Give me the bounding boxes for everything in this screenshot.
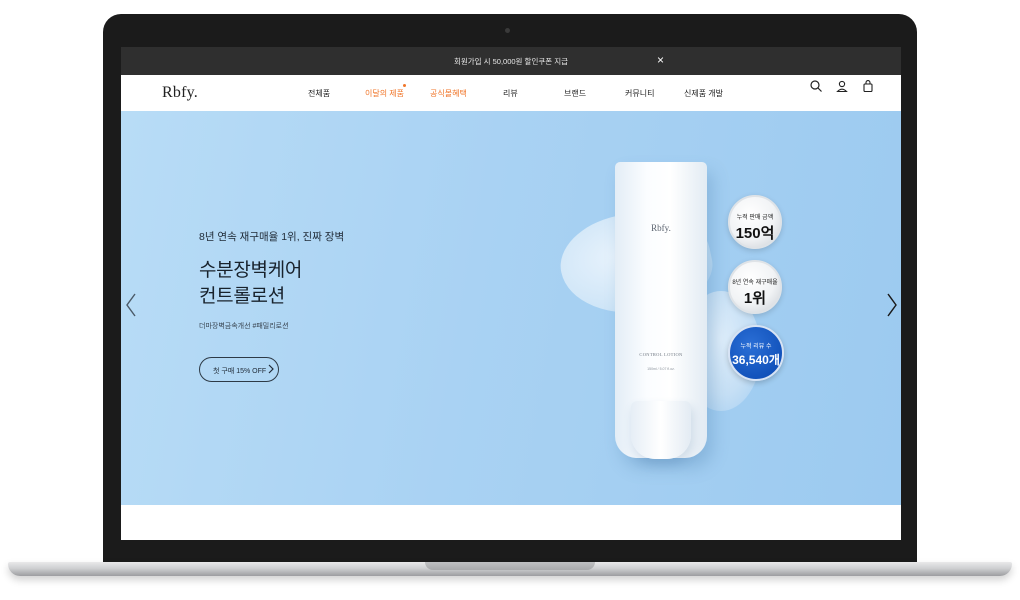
nav-item-all-products[interactable]: 전체품	[308, 88, 330, 99]
search-icon[interactable]	[809, 79, 823, 93]
main-navigation: Rbfy. 전체품 이달의 제품 공식몰혜택 리뷰 브랜드 커뮤니티 신제품 개…	[121, 75, 901, 111]
brand-logo[interactable]: Rbfy.	[162, 84, 198, 102]
first-purchase-discount-button[interactable]: 첫 구매 15% OFF	[199, 357, 279, 382]
badge-value: 36,540개	[732, 353, 780, 367]
badge-sales-amount: 누적 판매 금액 150억	[728, 195, 782, 249]
badge-value: 150억	[735, 225, 775, 242]
nav-item-monthly-product[interactable]: 이달의 제품	[365, 88, 404, 99]
content-area	[121, 505, 901, 540]
webcam	[505, 28, 510, 33]
product-volume-label: 150ml / 5.07 fl.oz.	[647, 367, 675, 371]
new-indicator-dot	[403, 84, 406, 87]
nav-item-official-benefits[interactable]: 공식몰혜택	[430, 88, 467, 99]
badge-caption: 8년 연속 재구매율	[732, 280, 778, 286]
product-name-label: CONTROL LOTION	[639, 352, 683, 357]
user-icon[interactable]	[835, 79, 849, 93]
nav-item-community[interactable]: 커뮤니티	[625, 88, 654, 99]
carousel-next-arrow[interactable]	[885, 292, 899, 318]
badge-caption: 누적 리뷰 수	[740, 344, 772, 350]
nav-item-reviews[interactable]: 리뷰	[503, 88, 518, 99]
badge-repurchase-rank: 8년 연속 재구매율 1위	[728, 260, 782, 314]
promo-banner: 회원가입 시 50,000원 할인쿠폰 지급 ×	[121, 47, 901, 75]
badge-value: 1위	[743, 290, 767, 307]
laptop-base-notch	[425, 562, 595, 570]
hero-banner[interactable]: 8년 연속 재구매율 1위, 진짜 장벽 수분장벽케어 컨트롤로션 더마장벽금속…	[121, 111, 901, 505]
product-brand-mark: Rbfy.	[651, 223, 671, 233]
nav-item-brand[interactable]: 브랜드	[564, 88, 586, 99]
cta-label: 첫 구매 15% OFF	[213, 368, 267, 375]
browser-viewport: 회원가입 시 50,000원 할인쿠폰 지급 × Rbfy. 전체품 이달의 제…	[121, 47, 901, 540]
hero-title-line-1: 수분장벽케어	[199, 260, 303, 281]
product-tube-cap	[631, 401, 691, 459]
hero-hashtags: 더마장벽금속개선 #패밀리로션	[199, 323, 289, 330]
promo-banner-text: 회원가입 시 50,000원 할인쿠폰 지급	[453, 57, 569, 66]
close-icon[interactable]: ×	[657, 53, 664, 67]
chevron-right-icon	[268, 364, 274, 374]
nav-item-new-product-dev[interactable]: 신제품 개발	[684, 88, 723, 99]
hero-title-line-2: 컨트롤로션	[199, 286, 285, 307]
hero-subtitle: 8년 연속 재구매율 1위, 진짜 장벽	[199, 231, 345, 243]
carousel-prev-arrow[interactable]	[124, 292, 138, 318]
badge-caption: 누적 판매 금액	[736, 215, 774, 221]
shopping-bag-icon[interactable]	[861, 79, 875, 93]
badge-review-count: 누적 리뷰 수 36,540개	[728, 325, 784, 381]
